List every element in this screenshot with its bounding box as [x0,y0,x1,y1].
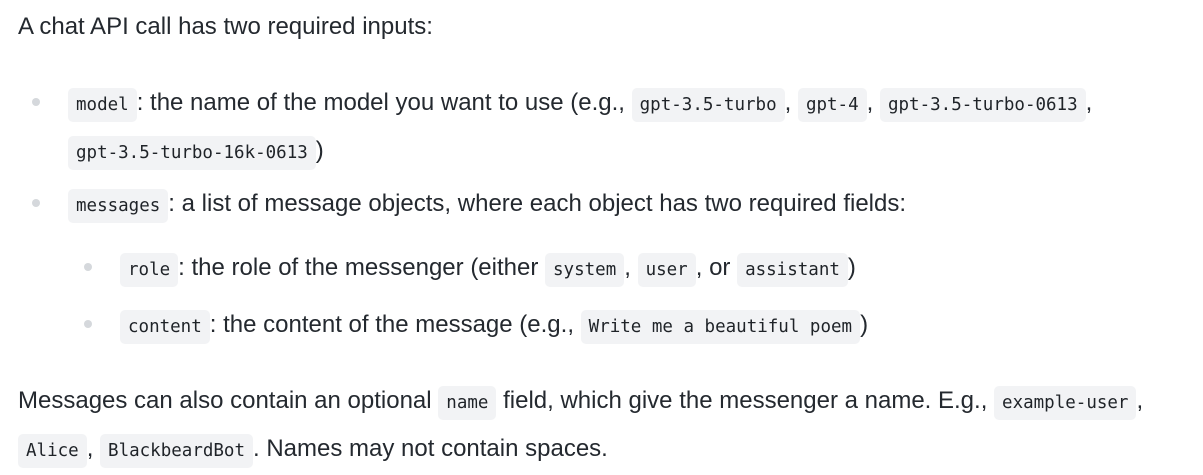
role-description-end: ) [847,254,856,281]
code-name: name [438,386,497,420]
code-example-4: gpt-3.5-turbo-16k-0613 [68,136,316,170]
code-model: model [68,88,137,122]
separator: , [624,254,638,281]
separator: , [784,89,798,116]
or-word: , or [695,254,738,281]
bullet-icon [32,98,40,106]
content-description: : the content of the message (e.g., [209,311,581,338]
model-description: : the name of the model you want to use … [136,89,632,116]
separator: , [1136,387,1144,414]
code-poem-example: Write me a beautiful poem [580,310,861,344]
code-assistant: assistant [737,253,848,287]
code-user: user [637,253,696,287]
code-blackbeardbot: BlackbeardBot [100,434,253,468]
code-system: system [545,253,625,287]
content-description-end: ) [860,311,869,338]
bullet-icon [84,263,92,271]
code-example-1: gpt-3.5-turbo [631,88,785,122]
code-example-user: example-user [994,386,1137,420]
model-description-end: ) [315,137,324,164]
separator: , [86,435,101,462]
intro-paragraph: A chat API call has two required inputs: [18,13,433,40]
outro-text-2: field, which give the messenger a name. … [496,387,995,414]
code-alice: Alice [18,434,87,468]
code-content: content [120,310,210,344]
outro-text-1: Messages can also contain an optional [18,387,439,414]
bullet-icon [84,320,92,328]
bullet-icon [32,199,40,207]
separator: , [1085,89,1093,116]
role-description: : the role of the messenger (either [178,254,546,281]
messages-description: : a list of message objects, where each … [168,190,907,217]
outro-paragraph: Messages can also contain an optional na… [18,378,1193,474]
code-messages: messages [68,189,169,223]
separator: , [866,89,880,116]
code-example-3: gpt-3.5-turbo-0613 [879,88,1086,122]
code-example-2: gpt-4 [797,88,867,122]
outro-text-3: . Names may not contain spaces. [253,435,608,462]
code-role: role [120,253,179,287]
